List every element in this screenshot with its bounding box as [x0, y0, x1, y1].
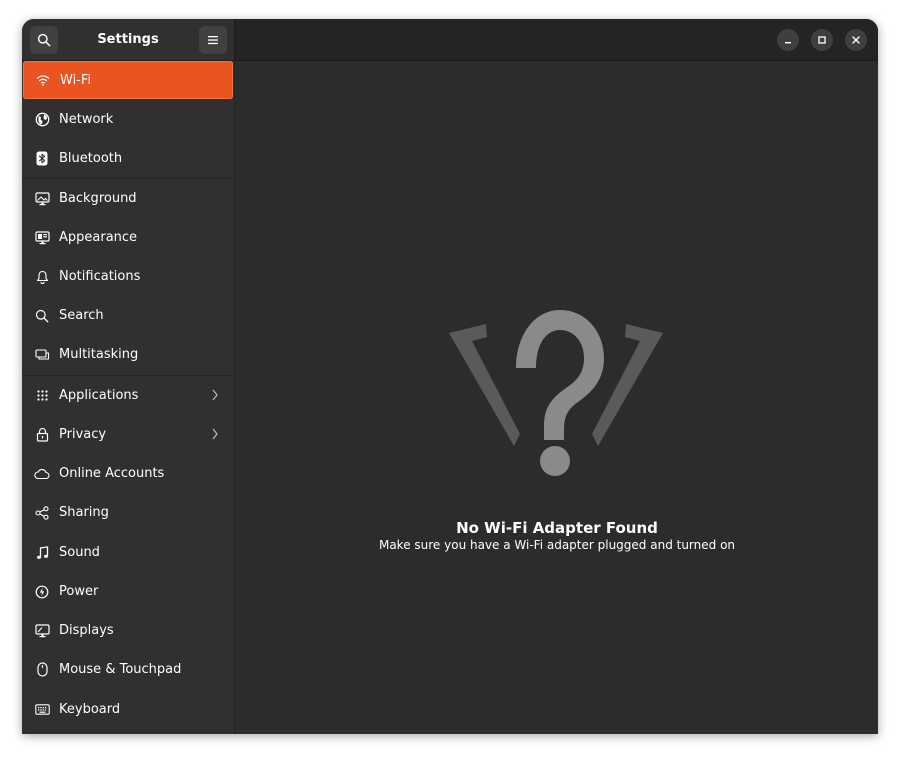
- wifi-icon: [35, 72, 51, 88]
- sidebar-item-sharing[interactable]: Sharing: [22, 493, 234, 532]
- bluetooth-icon: [34, 151, 50, 167]
- close-button[interactable]: [845, 29, 867, 51]
- window-title: Settings: [97, 32, 159, 47]
- maximize-button[interactable]: [811, 29, 833, 51]
- sidebar: Wi-Fi Network Bluetooth Background Appea…: [22, 61, 234, 734]
- minimize-button[interactable]: [777, 29, 799, 51]
- sidebar-item-mouse-touchpad[interactable]: Mouse & Touchpad: [22, 650, 234, 689]
- power-icon: [34, 584, 50, 600]
- sidebar-item-label: Power: [59, 584, 99, 599]
- display-icon: [34, 623, 50, 639]
- search-icon: [34, 308, 50, 324]
- close-icon: [852, 36, 860, 44]
- sidebar-item-background[interactable]: Background: [22, 179, 234, 218]
- sidebar-item-privacy[interactable]: Privacy: [22, 415, 234, 454]
- sidebar-item-wifi[interactable]: Wi-Fi: [23, 61, 233, 99]
- chevron-right-icon: [211, 427, 219, 445]
- sidebar-item-network[interactable]: Network: [22, 100, 234, 139]
- main-header-bar: [234, 19, 878, 61]
- grid-icon: [34, 388, 50, 404]
- sidebar-item-label: Applications: [59, 388, 139, 403]
- maximize-icon: [818, 36, 826, 44]
- main-menu-button[interactable]: [199, 26, 227, 54]
- sidebar-item-appearance[interactable]: Appearance: [22, 218, 234, 257]
- keyboard-icon: [34, 702, 50, 718]
- sidebar-item-label: Keyboard: [59, 702, 121, 717]
- sidebar-item-label: Network: [59, 112, 114, 127]
- sidebar-item-label: Search: [59, 308, 104, 323]
- sidebar-item-online-accounts[interactable]: Online Accounts: [22, 454, 234, 493]
- sidebar-item-applications[interactable]: Applications: [22, 376, 234, 415]
- multitasking-icon: [34, 347, 50, 363]
- sidebar-item-label: Background: [59, 191, 137, 206]
- sidebar-header-bar: Settings: [22, 19, 234, 61]
- sidebar-item-label: Sharing: [59, 505, 109, 520]
- sidebar-item-label: Notifications: [59, 269, 141, 284]
- sidebar-item-sound[interactable]: Sound: [22, 533, 234, 572]
- wifi-unknown-icon: [448, 306, 664, 482]
- search-icon: [37, 33, 51, 47]
- minimize-icon: [785, 42, 791, 44]
- sidebar-item-multitasking[interactable]: Multitasking: [22, 335, 234, 374]
- sidebar-item-label: Wi-Fi: [60, 72, 92, 88]
- sidebar-item-search[interactable]: Search: [22, 296, 234, 335]
- chevron-right-icon: [211, 388, 219, 406]
- sidebar-item-label: Privacy: [59, 427, 107, 442]
- sidebar-item-label: Sound: [59, 545, 100, 560]
- sidebar-item-label: Displays: [59, 623, 114, 638]
- sidebar-item-bluetooth[interactable]: Bluetooth: [22, 139, 234, 178]
- settings-window: Settings Wi-Fi Network Bluetooth Backgro…: [22, 19, 878, 734]
- background-icon: [34, 191, 50, 207]
- main-content: No Wi-Fi Adapter Found Make sure you hav…: [234, 61, 878, 734]
- cloud-icon: [34, 466, 50, 482]
- globe-icon: [34, 112, 50, 128]
- sidebar-item-label: Bluetooth: [59, 151, 123, 166]
- sidebar-item-notifications[interactable]: Notifications: [22, 257, 234, 296]
- appearance-icon: [34, 230, 50, 246]
- sidebar-item-keyboard[interactable]: Keyboard: [22, 690, 234, 729]
- search-button[interactable]: [30, 26, 58, 54]
- status-description: Make sure you have a Wi-Fi adapter plugg…: [378, 538, 736, 552]
- status-title: No Wi-Fi Adapter Found: [456, 519, 658, 537]
- sidebar-item-label: Appearance: [59, 230, 138, 245]
- sidebar-item-power[interactable]: Power: [22, 572, 234, 611]
- lock-icon: [34, 427, 50, 443]
- mouse-icon: [34, 662, 50, 678]
- sidebar-item-label: Online Accounts: [59, 466, 165, 481]
- share-icon: [34, 505, 50, 521]
- sidebar-item-displays[interactable]: Displays: [22, 611, 234, 650]
- sidebar-item-label: Mouse & Touchpad: [59, 662, 182, 677]
- bell-icon: [34, 269, 50, 285]
- sidebar-item-label: Multitasking: [59, 347, 139, 362]
- music-note-icon: [34, 545, 50, 561]
- hamburger-menu-icon: [208, 36, 218, 45]
